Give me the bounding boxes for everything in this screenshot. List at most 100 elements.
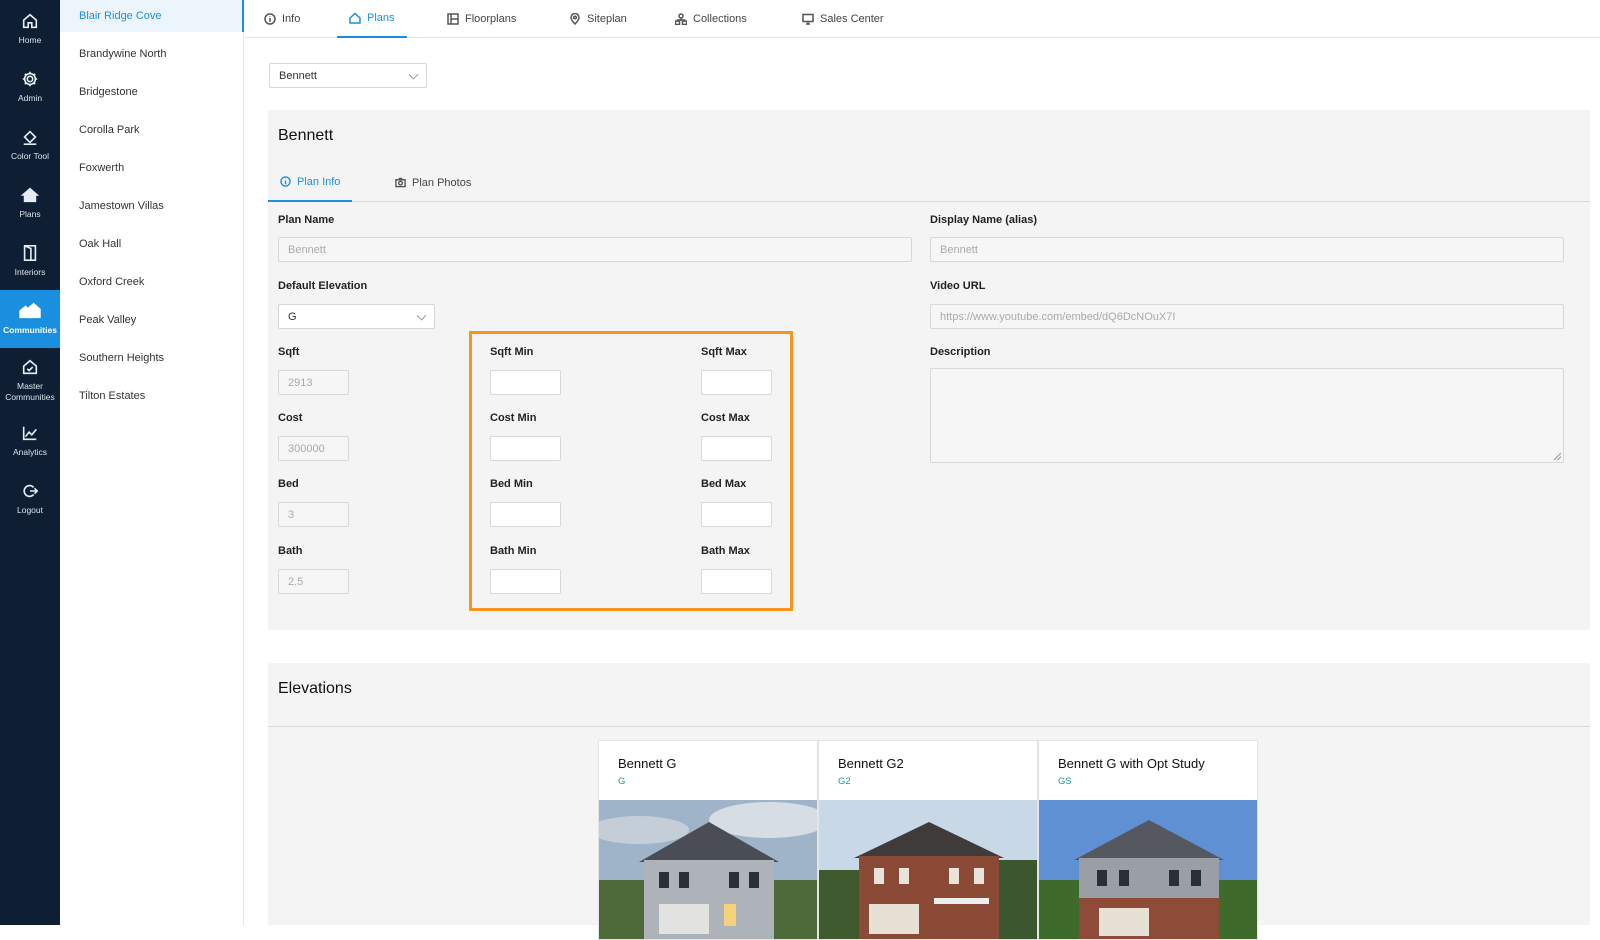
tab-plan-photos[interactable]: Plan Photos — [383, 163, 483, 202]
cost-label: Cost — [278, 412, 303, 424]
tab-collections-label: Collections — [693, 13, 747, 25]
plan-title: Bennett — [278, 127, 334, 144]
description-label: Description — [930, 346, 991, 358]
logout-icon — [23, 484, 39, 498]
community-item[interactable]: Oak Hall — [60, 228, 244, 260]
nav-plans-label: Plans — [19, 209, 41, 219]
bath-label: Bath — [278, 545, 303, 557]
elevation-card[interactable]: Bennett G G — [598, 740, 818, 940]
info-icon — [264, 13, 276, 25]
community-item[interactable]: Bridgestone — [60, 76, 244, 108]
elevation-card[interactable]: Bennett G2 G2 — [818, 740, 1038, 940]
plan-name-label: Plan Name — [278, 214, 335, 226]
nav-logout[interactable]: Logout — [0, 470, 60, 528]
nav-home[interactable]: Home — [0, 0, 60, 58]
chevron-down-icon — [416, 310, 427, 321]
community-list: Blair Ridge Cove Brandywine North Bridge… — [60, 0, 244, 925]
door-icon — [23, 244, 37, 262]
map-pin-icon — [570, 13, 580, 25]
chevron-down-icon — [408, 69, 419, 80]
display-name-input[interactable]: Bennett — [930, 237, 1564, 262]
default-elevation-value: G — [288, 310, 297, 323]
video-url-input[interactable]: https://www.youtube.com/embed/dQ6DcNOuX7… — [930, 304, 1564, 329]
community-item[interactable]: Tilton Estates — [60, 380, 244, 412]
info-icon — [280, 176, 291, 187]
nav-admin-label: Admin — [17, 93, 43, 103]
nav-interiors[interactable]: Interiors — [0, 232, 60, 290]
main-nav-rail: Home Admin Color Tool Plans Interiors Co… — [0, 0, 60, 925]
nav-master-communities-label: Master Communities — [5, 380, 55, 402]
community-item[interactable]: Jamestown Villas — [60, 190, 244, 222]
nav-plans[interactable]: Plans — [0, 174, 60, 232]
tab-plans-label: Plans — [367, 12, 395, 24]
bed-input[interactable]: 3 — [278, 502, 349, 527]
elevation-image — [1039, 800, 1257, 939]
tab-plan-info[interactable]: Plan Info — [268, 163, 353, 202]
community-item[interactable]: Blair Ridge Cove — [60, 0, 244, 32]
plan-sub-tabs: Plan Info Plan Photos — [268, 163, 1590, 202]
bath-input[interactable]: 2.5 — [278, 569, 349, 594]
default-elevation-label: Default Elevation — [278, 280, 368, 292]
community-item[interactable]: Brandywine North — [60, 38, 244, 70]
plan-name-input[interactable]: Bennett — [278, 237, 912, 262]
tab-plan-photos-label: Plan Photos — [412, 176, 472, 189]
tab-siteplan-label: Siteplan — [587, 13, 627, 25]
elevation-name: Bennett G — [618, 756, 677, 771]
tab-sales-center[interactable]: Sales Center — [800, 0, 886, 38]
elevation-card[interactable]: Bennett G with Opt Study GS — [1038, 740, 1258, 940]
chart-line-icon — [22, 426, 37, 441]
floorplan-icon — [447, 13, 459, 25]
tab-sales-center-label: Sales Center — [820, 13, 884, 25]
nav-interiors-label: Interiors — [14, 267, 46, 277]
plan-details-panel: Bennett Plan Info Plan Photos Plan Name … — [268, 110, 1590, 630]
sqft-input[interactable]: 2913 — [278, 370, 349, 395]
monitor-icon — [802, 13, 814, 25]
nav-admin[interactable]: Admin — [0, 58, 60, 116]
community-tabs: Info Plans Floorplans Siteplan Collectio… — [245, 0, 1600, 38]
elevations-panel: Elevations Bennett G G Bennett G2 G2 Ben… — [268, 663, 1590, 940]
paint-bucket-icon — [23, 130, 37, 146]
tab-floorplans[interactable]: Floorplans — [445, 0, 518, 38]
communities-icon — [19, 302, 41, 319]
community-item[interactable]: Peak Valley — [60, 304, 244, 336]
tab-info-label: Info — [282, 13, 301, 25]
master-communities-icon — [22, 359, 38, 374]
community-item[interactable]: Foxwerth — [60, 152, 244, 184]
highlight-outline — [469, 331, 793, 611]
community-item[interactable]: Southern Heights — [60, 342, 244, 374]
nav-analytics-label: Analytics — [12, 447, 47, 457]
tab-floorplans-label: Floorplans — [465, 13, 517, 25]
video-url-label: Video URL — [930, 280, 986, 292]
tab-plans[interactable]: Plans — [337, 0, 407, 38]
community-item[interactable]: Corolla Park — [60, 114, 244, 146]
bed-label: Bed — [278, 478, 299, 490]
house-icon — [349, 12, 361, 24]
elevations-title: Elevations — [278, 680, 352, 697]
elevation-name: Bennett G2 — [838, 756, 904, 771]
display-name-label: Display Name (alias) — [930, 214, 1037, 226]
nav-communities-label: Communities — [3, 325, 57, 335]
nav-color-tool-label: Color Tool — [10, 151, 50, 161]
sqft-label: Sqft — [278, 346, 300, 358]
nav-color-tool[interactable]: Color Tool — [0, 116, 60, 174]
gear-icon — [22, 71, 38, 87]
nav-master-communities[interactable]: Master Communities — [0, 350, 60, 410]
cost-input[interactable]: 300000 — [278, 436, 349, 461]
nav-communities[interactable]: Communities — [0, 290, 60, 348]
collections-icon — [675, 13, 687, 25]
elevation-image — [599, 800, 817, 939]
tab-plan-info-label: Plan Info — [297, 175, 341, 188]
default-elevation-select[interactable]: G — [278, 304, 435, 329]
elevation-code: G — [618, 776, 626, 787]
elevation-image — [819, 800, 1037, 939]
elevation-name: Bennett G with Opt Study — [1058, 756, 1205, 771]
community-item[interactable]: Oxford Creek — [60, 266, 244, 298]
tab-info[interactable]: Info — [262, 0, 302, 38]
resize-handle-icon[interactable] — [1554, 453, 1561, 460]
plan-select-value: Bennett — [279, 69, 317, 82]
description-textarea[interactable] — [930, 368, 1564, 463]
nav-analytics[interactable]: Analytics — [0, 412, 60, 470]
tab-collections[interactable]: Collections — [673, 0, 749, 38]
tab-siteplan[interactable]: Siteplan — [567, 0, 629, 38]
plan-select[interactable]: Bennett — [269, 63, 427, 88]
